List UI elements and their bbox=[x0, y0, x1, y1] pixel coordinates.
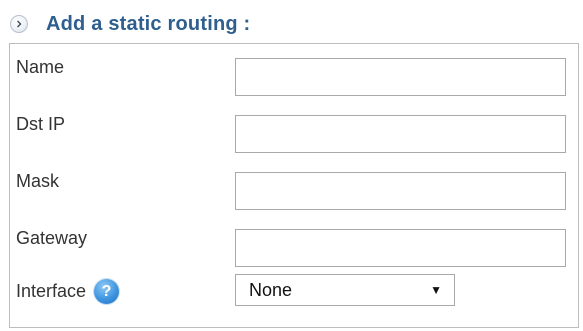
section-header: Add a static routing : bbox=[10, 12, 250, 36]
interface-select[interactable]: None ▼ bbox=[235, 274, 455, 306]
gateway-label: Gateway bbox=[16, 228, 88, 248]
interface-label-group: Interface ? bbox=[16, 279, 120, 304]
static-routing-form: Name Dst IP Mask Gateway Interface ? Non… bbox=[9, 43, 579, 328]
dst-ip-input[interactable] bbox=[235, 115, 566, 153]
interface-label: Interface bbox=[16, 281, 87, 301]
static-routing-page: Add a static routing : Name Dst IP Mask … bbox=[0, 0, 583, 331]
name-label: Name bbox=[16, 57, 65, 77]
name-input[interactable] bbox=[235, 58, 566, 96]
chevron-right-circle-icon bbox=[10, 15, 28, 33]
gateway-input[interactable] bbox=[235, 229, 566, 267]
interface-row: Interface ? None ▼ bbox=[10, 272, 578, 329]
dst-ip-label: Dst IP bbox=[16, 114, 66, 134]
caret-down-icon: ▼ bbox=[430, 283, 442, 297]
gateway-row: Gateway bbox=[10, 215, 578, 272]
name-row: Name bbox=[10, 44, 578, 101]
dst-ip-row: Dst IP bbox=[10, 101, 578, 158]
question-mark-icon[interactable]: ? bbox=[94, 279, 120, 304]
mask-row: Mask bbox=[10, 158, 578, 215]
interface-selected-value: None bbox=[249, 279, 293, 300]
mask-input[interactable] bbox=[235, 172, 566, 210]
mask-label: Mask bbox=[16, 171, 60, 191]
section-title: Add a static routing : bbox=[46, 12, 251, 35]
